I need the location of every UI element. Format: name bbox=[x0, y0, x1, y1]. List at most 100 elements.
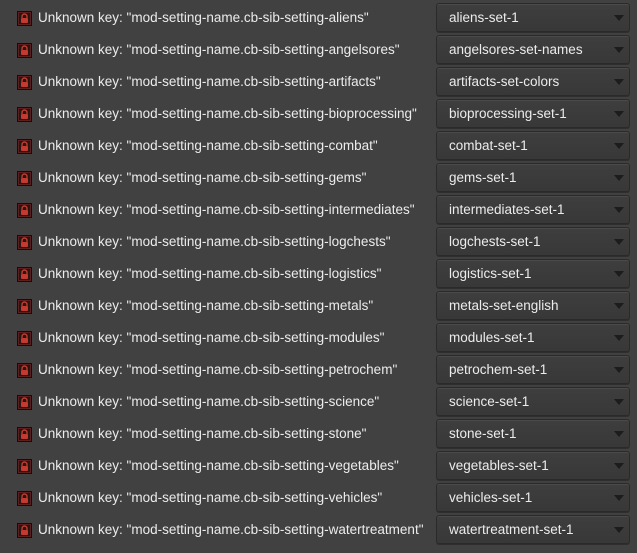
setting-label: Unknown key: "mod-setting-name.cb-sib-se… bbox=[38, 74, 381, 89]
dropdown-value: angelsores-set-names bbox=[449, 42, 583, 57]
setting-row-stone: Unknown key: "mod-setting-name.cb-sib-se… bbox=[0, 418, 637, 450]
dropdown-value: metals-set-english bbox=[449, 298, 559, 313]
setting-dropdown[interactable]: petrochem-set-1 bbox=[436, 355, 630, 384]
setting-dropdown[interactable]: modules-set-1 bbox=[436, 323, 630, 352]
dropdown-value: logchests-set-1 bbox=[449, 234, 541, 249]
setting-label: Unknown key: "mod-setting-name.cb-sib-se… bbox=[38, 330, 385, 345]
setting-row-modules: Unknown key: "mod-setting-name.cb-sib-se… bbox=[0, 322, 637, 354]
setting-dropdown[interactable]: metals-set-english bbox=[436, 291, 630, 320]
chevron-down-icon bbox=[614, 143, 624, 149]
setting-row-science: Unknown key: "mod-setting-name.cb-sib-se… bbox=[0, 386, 637, 418]
dropdown-value: vehicles-set-1 bbox=[449, 490, 533, 505]
setting-label: Unknown key: "mod-setting-name.cb-sib-se… bbox=[38, 490, 383, 505]
setting-dropdown[interactable]: vegetables-set-1 bbox=[436, 451, 630, 480]
setting-dropdown[interactable]: logistics-set-1 bbox=[436, 259, 630, 288]
lock-icon bbox=[17, 299, 32, 314]
setting-label: Unknown key: "mod-setting-name.cb-sib-se… bbox=[38, 394, 380, 409]
setting-row-gems: Unknown key: "mod-setting-name.cb-sib-se… bbox=[0, 162, 637, 194]
lock-icon bbox=[17, 331, 32, 346]
setting-row-vehicles: Unknown key: "mod-setting-name.cb-sib-se… bbox=[0, 482, 637, 514]
setting-dropdown[interactable]: intermediates-set-1 bbox=[436, 195, 630, 224]
setting-label: Unknown key: "mod-setting-name.cb-sib-se… bbox=[38, 522, 424, 537]
setting-row-logistics: Unknown key: "mod-setting-name.cb-sib-se… bbox=[0, 258, 637, 290]
setting-row-vegetables: Unknown key: "mod-setting-name.cb-sib-se… bbox=[0, 450, 637, 482]
setting-row-artifacts: Unknown key: "mod-setting-name.cb-sib-se… bbox=[0, 66, 637, 98]
setting-label: Unknown key: "mod-setting-name.cb-sib-se… bbox=[38, 10, 369, 25]
setting-dropdown[interactable]: aliens-set-1 bbox=[436, 3, 630, 32]
chevron-down-icon bbox=[614, 527, 624, 533]
chevron-down-icon bbox=[614, 15, 624, 21]
lock-icon bbox=[17, 11, 32, 26]
dropdown-value: combat-set-1 bbox=[449, 138, 528, 153]
dropdown-value: bioprocessing-set-1 bbox=[449, 106, 567, 121]
dropdown-value: intermediates-set-1 bbox=[449, 202, 565, 217]
lock-icon bbox=[17, 107, 32, 122]
lock-icon bbox=[17, 427, 32, 442]
chevron-down-icon bbox=[614, 431, 624, 437]
setting-dropdown[interactable]: artifacts-set-colors bbox=[436, 67, 630, 96]
dropdown-value: gems-set-1 bbox=[449, 170, 517, 185]
dropdown-value: watertreatment-set-1 bbox=[449, 522, 574, 537]
setting-dropdown[interactable]: gems-set-1 bbox=[436, 163, 630, 192]
lock-icon bbox=[17, 459, 32, 474]
setting-row-metals: Unknown key: "mod-setting-name.cb-sib-se… bbox=[0, 290, 637, 322]
lock-icon bbox=[17, 267, 32, 282]
setting-dropdown[interactable]: watertreatment-set-1 bbox=[436, 515, 630, 544]
setting-dropdown[interactable]: stone-set-1 bbox=[436, 419, 630, 448]
setting-label: Unknown key: "mod-setting-name.cb-sib-se… bbox=[38, 138, 378, 153]
chevron-down-icon bbox=[614, 47, 624, 53]
dropdown-value: vegetables-set-1 bbox=[449, 458, 549, 473]
lock-icon bbox=[17, 75, 32, 90]
chevron-down-icon bbox=[614, 399, 624, 405]
lock-icon bbox=[17, 139, 32, 154]
lock-icon bbox=[17, 171, 32, 186]
chevron-down-icon bbox=[614, 175, 624, 181]
dropdown-value: stone-set-1 bbox=[449, 426, 517, 441]
setting-dropdown[interactable]: logchests-set-1 bbox=[436, 227, 630, 256]
chevron-down-icon bbox=[614, 303, 624, 309]
setting-label: Unknown key: "mod-setting-name.cb-sib-se… bbox=[38, 202, 415, 217]
setting-row-angelsores: Unknown key: "mod-setting-name.cb-sib-se… bbox=[0, 34, 637, 66]
setting-row-logchests: Unknown key: "mod-setting-name.cb-sib-se… bbox=[0, 226, 637, 258]
setting-label: Unknown key: "mod-setting-name.cb-sib-se… bbox=[38, 234, 391, 249]
setting-row-bioprocessing: Unknown key: "mod-setting-name.cb-sib-se… bbox=[0, 98, 637, 130]
dropdown-value: aliens-set-1 bbox=[449, 10, 519, 25]
setting-label: Unknown key: "mod-setting-name.cb-sib-se… bbox=[38, 458, 399, 473]
setting-label: Unknown key: "mod-setting-name.cb-sib-se… bbox=[38, 266, 382, 281]
setting-dropdown[interactable]: science-set-1 bbox=[436, 387, 630, 416]
dropdown-value: artifacts-set-colors bbox=[449, 74, 560, 89]
setting-row-intermediates: Unknown key: "mod-setting-name.cb-sib-se… bbox=[0, 194, 637, 226]
chevron-down-icon bbox=[614, 367, 624, 373]
chevron-down-icon bbox=[614, 335, 624, 341]
lock-icon bbox=[17, 235, 32, 250]
chevron-down-icon bbox=[614, 271, 624, 277]
setting-dropdown[interactable]: bioprocessing-set-1 bbox=[436, 99, 630, 128]
setting-label: Unknown key: "mod-setting-name.cb-sib-se… bbox=[38, 298, 374, 313]
chevron-down-icon bbox=[614, 495, 624, 501]
lock-icon bbox=[17, 523, 32, 538]
lock-icon bbox=[17, 43, 32, 58]
setting-label: Unknown key: "mod-setting-name.cb-sib-se… bbox=[38, 362, 398, 377]
chevron-down-icon bbox=[614, 79, 624, 85]
setting-dropdown[interactable]: vehicles-set-1 bbox=[436, 483, 630, 512]
setting-dropdown[interactable]: combat-set-1 bbox=[436, 131, 630, 160]
lock-icon bbox=[17, 363, 32, 378]
lock-icon bbox=[17, 203, 32, 218]
setting-label: Unknown key: "mod-setting-name.cb-sib-se… bbox=[38, 170, 367, 185]
dropdown-value: modules-set-1 bbox=[449, 330, 535, 345]
setting-label: Unknown key: "mod-setting-name.cb-sib-se… bbox=[38, 426, 367, 441]
setting-label: Unknown key: "mod-setting-name.cb-sib-se… bbox=[38, 106, 417, 121]
lock-icon bbox=[17, 491, 32, 506]
setting-dropdown[interactable]: angelsores-set-names bbox=[436, 35, 630, 64]
setting-row-petrochem: Unknown key: "mod-setting-name.cb-sib-se… bbox=[0, 354, 637, 386]
lock-icon bbox=[17, 395, 32, 410]
dropdown-value: petrochem-set-1 bbox=[449, 362, 548, 377]
chevron-down-icon bbox=[614, 207, 624, 213]
chevron-down-icon bbox=[614, 463, 624, 469]
dropdown-value: science-set-1 bbox=[449, 394, 530, 409]
setting-row-aliens: Unknown key: "mod-setting-name.cb-sib-se… bbox=[0, 2, 637, 34]
setting-label: Unknown key: "mod-setting-name.cb-sib-se… bbox=[38, 42, 400, 57]
chevron-down-icon bbox=[614, 239, 624, 245]
setting-row-watertreatment: Unknown key: "mod-setting-name.cb-sib-se… bbox=[0, 514, 637, 546]
setting-row-combat: Unknown key: "mod-setting-name.cb-sib-se… bbox=[0, 130, 637, 162]
